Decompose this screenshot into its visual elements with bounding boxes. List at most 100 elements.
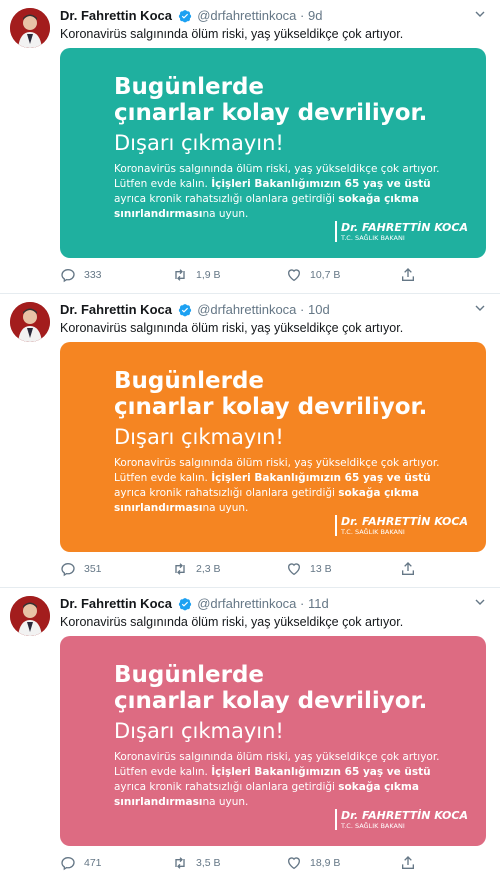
card-headline-line1: Bugünlerde	[114, 662, 265, 688]
share-icon	[400, 855, 416, 871]
tweet[interactable]: Dr. Fahrettin Koca @drfahrettinkoca · 9d…	[0, 0, 500, 294]
tweet-timestamp[interactable]: 9d	[308, 8, 322, 23]
card-body-line3: ayrıca kronik rahatsızlığı olanlara geti…	[114, 193, 419, 205]
chevron-down-icon[interactable]	[474, 596, 486, 613]
reply-count: 471	[84, 857, 102, 869]
like-count: 13 B	[310, 563, 332, 575]
retweet-count: 2,3 B	[196, 563, 221, 575]
heart-icon	[286, 855, 302, 871]
card-body-line4: sınırlandırmasına uyun.	[114, 208, 249, 220]
card-body-line3: ayrıca kronik rahatsızlığı olanlara geti…	[114, 781, 419, 793]
card-headline: Bugünlerde çınarlar kolay devriliyor.	[114, 662, 486, 714]
tweet-image-card[interactable]: Bugünlerde çınarlar kolay devriliyor. Dı…	[60, 342, 486, 552]
signature-title: T.C. SAĞLIK BAKANI	[341, 528, 405, 536]
tweet-actions: 333 1,9 B 10,7 B	[60, 266, 420, 284]
retweet-button[interactable]: 3,5 B	[172, 854, 221, 872]
tweet-image-card[interactable]: Bugünlerde çınarlar kolay devriliyor. Dı…	[60, 48, 486, 258]
author-handle[interactable]: @drfahrettinkoca	[197, 302, 296, 317]
card-headline-line1: Bugünlerde	[114, 368, 265, 394]
reply-button[interactable]: 333	[60, 266, 102, 284]
retweet-icon	[172, 561, 188, 577]
card-headline-line2: çınarlar kolay devriliyor.	[114, 394, 428, 420]
card-subheadline: Dışarı çıkmayın!	[114, 719, 284, 743]
tweet[interactable]: Dr. Fahrettin Koca @drfahrettinkoca · 10…	[0, 294, 500, 588]
card-signature: Dr. FAHRETTİN KOCA T.C. SAĞLIK BAKANI	[335, 809, 468, 830]
card-body-line1: Koronavirüs salgınında ölüm riski, yaş y…	[114, 163, 440, 175]
tweet-header: Dr. Fahrettin Koca @drfahrettinkoca · 10…	[60, 302, 470, 321]
card-body-line1: Koronavirüs salgınında ölüm riski, yaş y…	[114, 457, 440, 469]
tweet-actions: 471 3,5 B 18,9 B	[60, 854, 420, 872]
share-button[interactable]	[400, 560, 416, 578]
signature-name: Dr. FAHRETTİN KOCA	[341, 809, 468, 822]
avatar[interactable]	[10, 302, 50, 342]
retweet-button[interactable]: 1,9 B	[172, 266, 221, 284]
author-name[interactable]: Dr. Fahrettin Koca	[60, 8, 172, 23]
share-button[interactable]	[400, 854, 416, 872]
separator: ·	[300, 302, 305, 317]
avatar[interactable]	[10, 596, 50, 636]
card-body-line2: Lütfen evde kalın. İçişleri Bakanlığımız…	[114, 178, 431, 190]
author-name[interactable]: Dr. Fahrettin Koca	[60, 302, 172, 317]
signature-name: Dr. FAHRETTİN KOCA	[341, 221, 468, 234]
card-body: Koronavirüs salgınında ölüm riski, yaş y…	[114, 750, 454, 810]
like-count: 18,9 B	[310, 857, 341, 869]
card-headline-line2: çınarlar kolay devriliyor.	[114, 688, 428, 714]
tweet-timestamp[interactable]: 10d	[308, 302, 330, 317]
retweet-count: 3,5 B	[196, 857, 221, 869]
card-headline-line1: Bugünlerde	[114, 74, 265, 100]
verified-badge-icon	[178, 597, 192, 615]
like-button[interactable]: 13 B	[286, 560, 332, 578]
retweet-button[interactable]: 2,3 B	[172, 560, 221, 578]
card-headline: Bugünlerde çınarlar kolay devriliyor.	[114, 368, 486, 420]
avatar[interactable]	[10, 8, 50, 48]
author-name[interactable]: Dr. Fahrettin Koca	[60, 596, 172, 611]
tweet[interactable]: Dr. Fahrettin Koca @drfahrettinkoca · 11…	[0, 588, 500, 884]
reply-button[interactable]: 471	[60, 854, 102, 872]
retweet-icon	[172, 855, 188, 871]
card-body: Koronavirüs salgınında ölüm riski, yaş y…	[114, 456, 454, 516]
tweet-text: Koronavirüs salgınında ölüm riski, yaş y…	[60, 321, 404, 335]
card-subheadline: Dışarı çıkmayın!	[114, 425, 284, 449]
like-button[interactable]: 10,7 B	[286, 266, 340, 284]
like-button[interactable]: 18,9 B	[286, 854, 340, 872]
share-icon	[400, 561, 416, 577]
card-signature: Dr. FAHRETTİN KOCA T.C. SAĞLIK BAKANI	[335, 515, 468, 536]
card-signature: Dr. FAHRETTİN KOCA T.C. SAĞLIK BAKANI	[335, 221, 468, 242]
tweet-text: Koronavirüs salgınında ölüm riski, yaş y…	[60, 615, 404, 629]
heart-icon	[286, 561, 302, 577]
signature-title: T.C. SAĞLIK BAKANI	[341, 234, 405, 242]
tweet-timestamp[interactable]: 11d	[308, 596, 329, 611]
separator: ·	[300, 8, 305, 23]
verified-badge-icon	[178, 9, 192, 27]
card-body-line3: ayrıca kronik rahatsızlığı olanlara geti…	[114, 487, 419, 499]
reply-icon	[60, 267, 76, 283]
card-body-line1: Koronavirüs salgınında ölüm riski, yaş y…	[114, 751, 440, 763]
reply-button[interactable]: 351	[60, 560, 102, 578]
author-handle[interactable]: @drfahrettinkoca	[197, 8, 296, 23]
chevron-down-icon[interactable]	[474, 8, 486, 25]
retweet-count: 1,9 B	[196, 269, 221, 281]
card-subheadline: Dışarı çıkmayın!	[114, 131, 284, 155]
share-icon	[400, 267, 416, 283]
card-headline-line2: çınarlar kolay devriliyor.	[114, 100, 428, 126]
separator: ·	[300, 596, 305, 611]
reply-icon	[60, 855, 76, 871]
author-handle[interactable]: @drfahrettinkoca	[197, 596, 296, 611]
reply-count: 351	[84, 563, 102, 575]
retweet-icon	[172, 267, 188, 283]
card-body-line4: sınırlandırmasına uyun.	[114, 502, 249, 514]
tweet-image-card[interactable]: Bugünlerde çınarlar kolay devriliyor. Dı…	[60, 636, 486, 846]
card-body-line2: Lütfen evde kalın. İçişleri Bakanlığımız…	[114, 472, 431, 484]
card-body-line4: sınırlandırmasına uyun.	[114, 796, 249, 808]
card-body: Koronavirüs salgınında ölüm riski, yaş y…	[114, 162, 454, 222]
tweet-feed: Dr. Fahrettin Koca @drfahrettinkoca · 9d…	[0, 0, 500, 884]
heart-icon	[286, 267, 302, 283]
signature-name: Dr. FAHRETTİN KOCA	[341, 515, 468, 528]
card-headline: Bugünlerde çınarlar kolay devriliyor.	[114, 74, 486, 126]
tweet-header: Dr. Fahrettin Koca @drfahrettinkoca · 11…	[60, 596, 470, 615]
share-button[interactable]	[400, 266, 416, 284]
tweet-actions: 351 2,3 B 13 B	[60, 560, 420, 578]
card-body-line2: Lütfen evde kalın. İçişleri Bakanlığımız…	[114, 766, 431, 778]
chevron-down-icon[interactable]	[474, 302, 486, 319]
like-count: 10,7 B	[310, 269, 341, 281]
